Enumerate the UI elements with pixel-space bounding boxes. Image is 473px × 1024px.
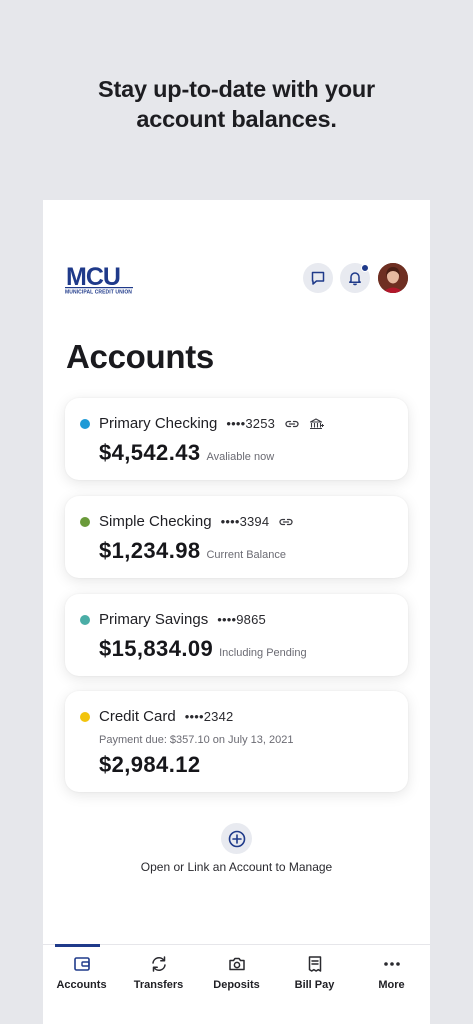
mcu-logo: MCU MUNICIPAL CREDIT UNION <box>65 263 133 295</box>
account-color-dot <box>80 418 90 429</box>
tab-label: Deposits <box>213 979 260 991</box>
svg-text:MCU: MCU <box>66 263 120 291</box>
tab-label: More <box>378 979 405 991</box>
bottom-tab-bar: Accounts Transfers Deposits Bill Pay Mor… <box>43 944 430 1024</box>
account-color-dot <box>80 614 90 625</box>
page-title: Accounts <box>66 338 214 375</box>
account-name: Simple Checking <box>99 513 212 530</box>
account-name: Primary Checking <box>99 415 218 432</box>
messages-button[interactable] <box>303 263 333 293</box>
wallet-icon <box>73 957 90 971</box>
account-color-dot <box>80 711 90 722</box>
camera-icon <box>228 957 245 971</box>
headline-line-2: account balances. <box>136 106 337 132</box>
notification-badge <box>361 264 369 272</box>
plus-circle-icon <box>228 830 245 847</box>
account-balance: $4,542.43 <box>99 440 201 465</box>
account-balance: $1,234.98 <box>99 538 201 563</box>
account-number-mask: ••••3394 <box>220 514 270 529</box>
balance-label: Current Balance <box>206 549 286 561</box>
headline-line-1: Stay up-to-date with your <box>97 76 375 102</box>
account-card-credit-card[interactable]: Credit Card ••••2342 Payment due: $357.1… <box>65 691 408 792</box>
account-number-mask: ••••9865 <box>217 612 266 627</box>
svg-text:MUNICIPAL CREDIT UNION: MUNICIPAL CREDIT UNION <box>65 290 132 296</box>
bank-icon <box>309 417 325 430</box>
avatar[interactable] <box>378 263 408 293</box>
balance-label: Including Pending <box>219 647 307 659</box>
account-number-mask: ••••3253 <box>226 416 276 431</box>
account-balance: $2,984.12 <box>99 752 201 777</box>
account-card-primary-savings[interactable]: Primary Savings ••••9865 $15,834.09 Incl… <box>65 594 408 676</box>
link-icon <box>278 517 294 527</box>
add-account-button[interactable] <box>221 823 252 854</box>
bill-icon <box>308 956 321 972</box>
add-account-label[interactable]: Open or Link an Account to Manage <box>43 860 430 874</box>
tab-label: Accounts <box>56 979 107 991</box>
notifications-button[interactable] <box>340 263 370 293</box>
account-name: Primary Savings <box>99 611 209 628</box>
active-tab-indicator <box>55 944 100 947</box>
payment-due-text: Payment due: $357.10 on July 13, 2021 <box>99 734 294 746</box>
phone-screen: MCU MUNICIPAL CREDIT UNION Accounts Prim… <box>43 200 430 1024</box>
balance-label: Avaliable now <box>206 451 275 463</box>
account-balance: $15,834.09 <box>99 636 214 661</box>
transfer-arrows-icon <box>151 956 166 972</box>
tab-label: Transfers <box>133 979 184 991</box>
tab-more[interactable]: More <box>353 945 430 1005</box>
chat-bubble-icon <box>311 271 325 285</box>
bell-icon <box>349 272 361 286</box>
account-color-dot <box>80 516 90 527</box>
tab-label: Bill Pay <box>294 979 335 991</box>
link-icon <box>284 419 300 429</box>
account-name: Credit Card <box>99 708 176 725</box>
marketing-headline: Stay up-to-date with your account balanc… <box>0 74 473 134</box>
account-card-primary-checking[interactable]: Primary Checking ••••3253 $4,542.43 Aval… <box>65 398 408 480</box>
tab-accounts[interactable]: Accounts <box>43 944 120 1005</box>
tab-deposits[interactable]: Deposits <box>198 945 275 1005</box>
tab-transfers[interactable]: Transfers <box>120 945 197 1005</box>
more-dots-icon <box>383 962 400 966</box>
tab-bill-pay[interactable]: Bill Pay <box>276 945 353 1005</box>
account-card-simple-checking[interactable]: Simple Checking ••••3394 $1,234.98 Curre… <box>65 496 408 578</box>
account-number-mask: ••••2342 <box>184 709 234 724</box>
